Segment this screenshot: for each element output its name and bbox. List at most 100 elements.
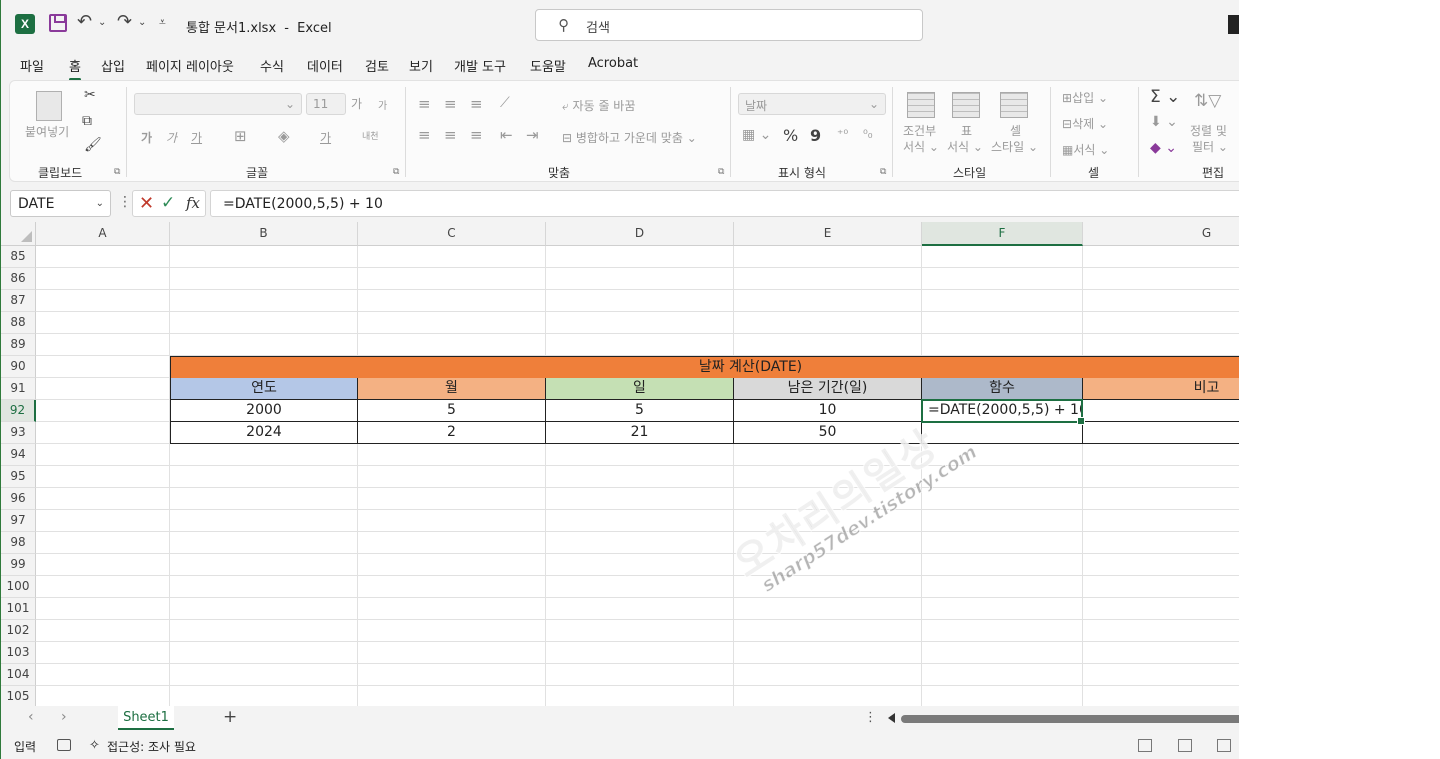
- row-header-94[interactable]: 94: [1, 444, 36, 466]
- sheet-tab-sheet1[interactable]: Sheet1: [118, 706, 174, 730]
- fill-color-icon[interactable]: ◈: [278, 127, 290, 145]
- table-data-cell[interactable]: [1083, 422, 1239, 444]
- accessibility-icon[interactable]: ✧: [89, 738, 100, 753]
- horizontal-scrollbar[interactable]: [901, 715, 1239, 723]
- column-header-d[interactable]: D: [546, 222, 734, 246]
- decrease-indent-icon[interactable]: ⇤: [500, 126, 513, 144]
- fill-icon[interactable]: ⬇ ⌄: [1150, 114, 1178, 130]
- sort-filter-label-1[interactable]: 정렬 및: [1190, 122, 1227, 139]
- tab-file[interactable]: 파일: [20, 56, 44, 75]
- grow-font-button[interactable]: 가: [351, 95, 362, 112]
- font-launcher-icon[interactable]: ⧉: [393, 167, 399, 177]
- column-header-e[interactable]: E: [734, 222, 922, 246]
- tab-view[interactable]: 보기: [409, 56, 433, 75]
- wrap-text-button[interactable]: ⤶ 자동 줄 바꿈: [562, 97, 635, 114]
- row-header-86[interactable]: 86: [1, 268, 36, 290]
- table-data-cell[interactable]: 5: [546, 400, 734, 422]
- table-data-cell[interactable]: [1083, 400, 1239, 422]
- sort-filter-icon[interactable]: ⇅▽: [1194, 91, 1221, 111]
- comma-style-button[interactable]: 9: [810, 126, 821, 145]
- conditional-formatting-icon[interactable]: [907, 92, 935, 118]
- align-middle-icon[interactable]: ≡: [444, 95, 457, 113]
- tab-formulas[interactable]: 수식: [260, 56, 284, 75]
- table-data-cell[interactable]: 10: [734, 400, 922, 422]
- align-right-icon[interactable]: ≡: [470, 126, 483, 144]
- cell-styles-icon[interactable]: [1000, 92, 1028, 118]
- row-header-99[interactable]: 99: [1, 554, 36, 576]
- active-cell-indicator[interactable]: [921, 399, 1085, 425]
- format-as-table-icon[interactable]: [952, 92, 980, 118]
- increase-indent-icon[interactable]: ⇥: [526, 126, 539, 144]
- table-data-cell[interactable]: 2000: [170, 400, 358, 422]
- format-as-table-label-1[interactable]: 표: [961, 122, 972, 139]
- row-header-105[interactable]: 105: [1, 686, 36, 708]
- scroll-left-arrow-icon[interactable]: [888, 713, 895, 723]
- row-header-89[interactable]: 89: [1, 334, 36, 356]
- copy-icon[interactable]: ⧉: [82, 113, 92, 129]
- column-header-b[interactable]: B: [170, 222, 358, 246]
- redo-icon[interactable]: ↷: [117, 11, 132, 32]
- number-format-box[interactable]: 날짜 ⌄: [738, 93, 886, 115]
- enter-icon[interactable]: ✓: [161, 193, 175, 213]
- column-header-g[interactable]: G: [1083, 222, 1239, 246]
- cell-styles-label-1[interactable]: 셀: [1010, 122, 1021, 139]
- increase-decimal-icon[interactable]: ⁺⁰: [837, 127, 848, 141]
- row-header-88[interactable]: 88: [1, 312, 36, 334]
- name-box[interactable]: DATE ⌄: [10, 190, 111, 217]
- table-header-cell[interactable]: 일: [546, 378, 734, 400]
- sort-filter-label-2[interactable]: 필터 ⌄: [1192, 138, 1228, 155]
- insert-cells-button[interactable]: ⊞삽입 ⌄: [1062, 89, 1108, 106]
- format-as-table-label-2[interactable]: 서식 ⌄: [947, 138, 983, 155]
- table-data-cell[interactable]: 2: [358, 422, 546, 444]
- tab-developer[interactable]: 개발 도구: [454, 56, 506, 75]
- paste-icon[interactable]: [36, 91, 62, 121]
- bold-button[interactable]: 가: [141, 129, 152, 146]
- next-sheet-icon[interactable]: ›: [61, 709, 67, 725]
- merge-center-button[interactable]: ⊟ 병합하고 가운데 맞춤 ⌄: [562, 129, 697, 146]
- cut-icon[interactable]: ✂: [84, 87, 96, 103]
- row-header-97[interactable]: 97: [1, 510, 36, 532]
- row-header-91[interactable]: 91: [1, 378, 36, 400]
- table-header-cell[interactable]: 함수: [922, 378, 1083, 400]
- tab-home[interactable]: 홈: [69, 56, 81, 81]
- row-header-101[interactable]: 101: [1, 598, 36, 620]
- add-sheet-button[interactable]: +: [223, 707, 237, 727]
- select-all-corner[interactable]: [1, 222, 36, 246]
- tab-help[interactable]: 도움말: [530, 56, 566, 75]
- cancel-icon[interactable]: ✕: [139, 193, 154, 214]
- alignment-launcher-icon[interactable]: ⧉: [718, 167, 724, 177]
- percent-style-button[interactable]: %: [783, 126, 798, 145]
- format-painter-icon[interactable]: 🖌: [84, 137, 102, 153]
- row-header-98[interactable]: 98: [1, 532, 36, 554]
- row-header-93[interactable]: 93: [1, 422, 36, 444]
- clear-icon[interactable]: ◆ ⌄: [1150, 140, 1177, 156]
- formula-bar-more-icon[interactable]: ⋮: [118, 194, 132, 210]
- font-size-box[interactable]: 11: [306, 93, 346, 115]
- column-header-f[interactable]: F: [922, 222, 1083, 246]
- row-header-104[interactable]: 104: [1, 664, 36, 686]
- align-center-icon[interactable]: ≡: [444, 126, 457, 144]
- accessibility-status[interactable]: 접근성: 조사 필요: [107, 738, 196, 755]
- macro-recording-icon[interactable]: [57, 739, 71, 751]
- worksheet-grid[interactable]: A B C D E F G 85 86 87 88 89 90 91 92 93 94 95 96 97 98 99 100…: [1, 222, 1239, 708]
- table-data-cell[interactable]: [922, 422, 1083, 444]
- table-data-cell[interactable]: 50: [734, 422, 922, 444]
- row-header-102[interactable]: 102: [1, 620, 36, 642]
- table-data-cell[interactable]: 21: [546, 422, 734, 444]
- table-header-cell[interactable]: 남은 기간(일): [734, 378, 922, 400]
- table-header-cell[interactable]: 비고: [1083, 378, 1239, 400]
- font-color-button[interactable]: 가: [320, 129, 331, 146]
- row-header-92[interactable]: 92: [1, 400, 36, 422]
- table-title-cell[interactable]: 날짜 계산(DATE): [170, 356, 1239, 379]
- name-box-dropdown-icon[interactable]: ⌄: [96, 198, 104, 209]
- row-header-87[interactable]: 87: [1, 290, 36, 312]
- cell-styles-label-2[interactable]: 스타일 ⌄: [991, 138, 1038, 155]
- number-launcher-icon[interactable]: ⧉: [880, 167, 886, 177]
- row-header-103[interactable]: 103: [1, 642, 36, 664]
- tab-page-layout[interactable]: 페이지 레이아웃: [146, 56, 234, 75]
- row-header-95[interactable]: 95: [1, 466, 36, 488]
- italic-button[interactable]: 가: [166, 129, 177, 146]
- table-header-cell[interactable]: 월: [358, 378, 546, 400]
- insert-function-icon[interactable]: fx: [186, 194, 200, 212]
- table-data-cell[interactable]: 2024: [170, 422, 358, 444]
